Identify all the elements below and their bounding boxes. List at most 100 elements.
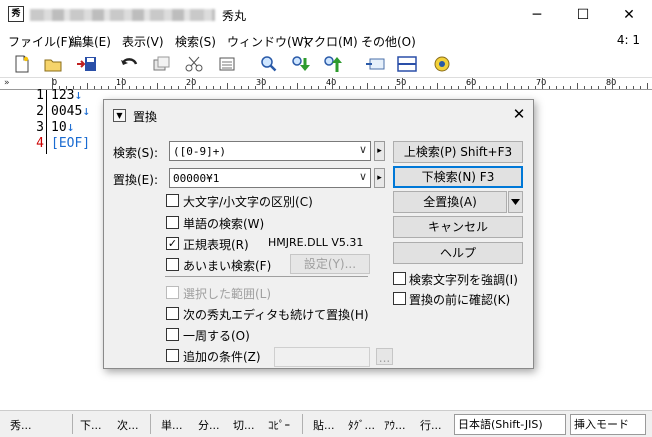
- status-item[interactable]: ﾀｸﾞ...: [348, 417, 375, 433]
- open-folder-icon[interactable]: [42, 54, 64, 74]
- fuzzy-label[interactable]: あいまい検索(F): [183, 257, 271, 274]
- cut-icon[interactable]: [183, 54, 205, 74]
- encoding-indicator[interactable]: 日本語(Shift-JIS): [454, 414, 566, 435]
- status-item[interactable]: 秀...: [10, 417, 32, 433]
- regex-label[interactable]: 正規表現(R): [183, 236, 249, 253]
- search-history-button[interactable]: ▸: [374, 141, 385, 161]
- ruler-tick: [381, 86, 382, 89]
- search-up-icon[interactable]: [322, 54, 344, 74]
- search-icon[interactable]: [258, 54, 280, 74]
- status-item[interactable]: ｱｳ...: [384, 417, 406, 433]
- ruler-tick: [353, 86, 354, 89]
- word-checkbox[interactable]: [166, 216, 179, 229]
- highlight-checkbox[interactable]: [393, 272, 406, 285]
- ruler-tick: [129, 86, 130, 89]
- replace-history-button[interactable]: ▸: [374, 168, 385, 188]
- extra-condition-label[interactable]: 追加の条件(Z): [183, 348, 261, 365]
- fuzzy-checkbox[interactable]: [166, 258, 179, 271]
- search-combo[interactable]: ∨: [169, 141, 371, 161]
- ruler-tick: [444, 86, 445, 89]
- line-number: 2: [36, 104, 44, 119]
- line-text: 10: [51, 120, 67, 135]
- ruler-tick: [388, 86, 389, 89]
- tag-jump-icon[interactable]: [364, 54, 386, 74]
- triangle-down-icon: [511, 199, 520, 205]
- wrap-checkbox[interactable]: [166, 328, 179, 341]
- line-number: 1: [36, 88, 44, 103]
- replace-combo[interactable]: ∨: [169, 168, 371, 188]
- ruler-tick: [227, 83, 228, 89]
- status-item[interactable]: 切...: [233, 417, 255, 433]
- menu-edit[interactable]: 編集(E): [70, 33, 111, 50]
- regex-dll-version: HMJRE.DLL V5.31: [268, 236, 364, 249]
- grep-icon[interactable]: [431, 54, 453, 74]
- new-file-icon[interactable]: [11, 54, 33, 74]
- undo-icon[interactable]: [118, 54, 140, 74]
- ruler-tick: [437, 83, 438, 89]
- menu-other[interactable]: その他(O): [361, 33, 416, 50]
- search-down-button[interactable]: 下検索(N) F3: [393, 166, 523, 188]
- insert-mode-indicator[interactable]: 挿入モード: [570, 414, 646, 435]
- status-item[interactable]: 単...: [161, 417, 183, 433]
- hidemaru-app-icon[interactable]: 秀: [8, 6, 24, 22]
- status-item[interactable]: 分...: [198, 417, 220, 433]
- regex-checkbox[interactable]: ✓: [166, 237, 179, 250]
- menu-macro[interactable]: マクロ(M): [302, 33, 358, 50]
- copy-icon[interactable]: [150, 54, 172, 74]
- highlight-label[interactable]: 検索文字列を強調(I): [409, 271, 518, 288]
- replace-all-dropdown[interactable]: [508, 191, 523, 213]
- cancel-button[interactable]: キャンセル: [393, 216, 523, 238]
- menu-view[interactable]: 表示(V): [122, 33, 164, 50]
- dialog-close-button[interactable]: ✕: [509, 104, 529, 124]
- separator: [165, 276, 368, 277]
- ruler-tick: [178, 86, 179, 89]
- ruler-tick: [304, 86, 305, 89]
- ruler-tick: [556, 86, 557, 89]
- search-down-icon[interactable]: [290, 54, 312, 74]
- case-checkbox[interactable]: [166, 194, 179, 207]
- word-label[interactable]: 単語の検索(W): [183, 215, 264, 232]
- search-up-button[interactable]: 上検索(P) Shift+F3: [393, 141, 523, 163]
- close-button[interactable]: ✕: [606, 0, 652, 30]
- status-item[interactable]: 次...: [117, 417, 139, 433]
- status-item[interactable]: ｺﾋﾟｰ: [268, 417, 290, 433]
- case-label[interactable]: 大文字/小文字の区別(C): [183, 193, 313, 210]
- save-icon[interactable]: [75, 54, 97, 74]
- return-mark: ↓: [82, 104, 91, 119]
- code-line: [EOF]: [51, 136, 90, 151]
- menu-window[interactable]: ウィンドウ(W): [227, 33, 308, 50]
- status-item[interactable]: 貼...: [313, 417, 335, 433]
- chevron-down-icon[interactable]: ∨: [359, 143, 367, 156]
- replace-all-button[interactable]: 全置換(A): [393, 191, 507, 213]
- ruler-tick: [297, 83, 298, 89]
- wrap-label[interactable]: 一周する(O): [183, 327, 250, 344]
- help-button[interactable]: ヘルプ: [393, 242, 523, 264]
- ruler-tick: [402, 78, 403, 89]
- next-hidemaru-label[interactable]: 次の秀丸エディタも続けて置換(H): [183, 306, 369, 323]
- minimize-button[interactable]: ─: [514, 0, 560, 30]
- blurred-file-path: [30, 9, 215, 21]
- menu-search[interactable]: 検索(S): [175, 33, 216, 50]
- chevron-down-icon[interactable]: ∨: [359, 170, 367, 183]
- maximize-button[interactable]: ☐: [560, 0, 606, 30]
- extra-condition-checkbox[interactable]: [166, 349, 179, 362]
- confirm-label[interactable]: 置換の前に確認(K): [409, 291, 510, 308]
- ruler-tick: [199, 86, 200, 89]
- ruler-tick: [101, 86, 102, 89]
- extra-condition-button: ...: [376, 348, 393, 365]
- ruler-tick: [570, 86, 571, 89]
- confirm-checkbox[interactable]: [393, 292, 406, 305]
- dialog-menu-icon[interactable]: ▼: [113, 109, 126, 122]
- ruler-tick: [423, 86, 424, 89]
- window-split-icon[interactable]: [396, 54, 418, 74]
- paste-icon[interactable]: [216, 54, 238, 74]
- ruler-tick: [220, 86, 221, 89]
- ruler-tick: [472, 78, 473, 89]
- status-item[interactable]: 行...: [420, 417, 442, 433]
- next-hidemaru-checkbox[interactable]: [166, 307, 179, 320]
- search-input[interactable]: [173, 144, 348, 158]
- menu-file[interactable]: ファイル(F): [8, 33, 72, 50]
- replace-input[interactable]: [173, 171, 348, 185]
- ruler-tick: [213, 86, 214, 89]
- status-item[interactable]: 下...: [80, 417, 102, 433]
